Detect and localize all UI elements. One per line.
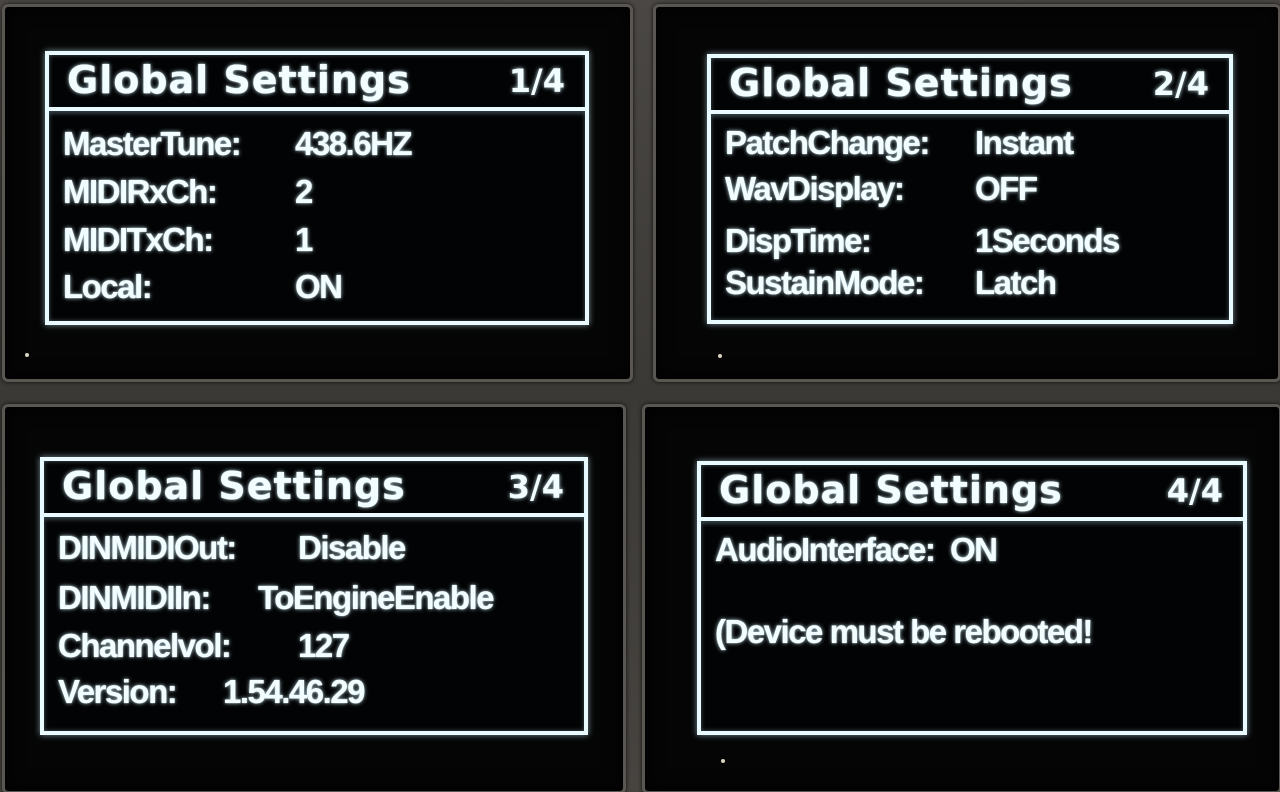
oled-screen-4: Global Settings 4/4 AudioInterface: ON (… xyxy=(697,461,1247,735)
setting-value: 1.54.46.29 xyxy=(223,673,365,710)
display-bezel-4: Global Settings 4/4 AudioInterface: ON (… xyxy=(642,404,1280,792)
setting-row-local: Local: ON xyxy=(63,268,343,312)
setting-label: Version: xyxy=(58,673,178,710)
setting-label: MasterTune: xyxy=(63,125,242,162)
setting-value: OFF xyxy=(975,170,1038,207)
setting-row-sustain-mode: SustainMode: Latch xyxy=(725,264,1057,308)
setting-row-patch-change: PatchChange: Instant xyxy=(725,124,1074,168)
setting-row-channel-vol: Channelvol: 127 xyxy=(58,627,350,671)
setting-value: Disable xyxy=(298,529,406,566)
setting-row-din-midi-out: DINMIDIOut: Disable xyxy=(58,529,406,573)
setting-value: Latch xyxy=(975,264,1057,301)
reboot-notice: (Device must be rebooted! xyxy=(715,613,1093,657)
setting-row-audio-interface: AudioInterface: ON xyxy=(715,531,998,575)
setting-label: MIDIRxCh: xyxy=(63,173,218,210)
page-indicator: 3/4 xyxy=(507,468,564,506)
oled-screen-3: Global Settings 3/4 DINMIDIOut: Disable … xyxy=(40,457,588,735)
setting-value: 438.6HZ xyxy=(295,125,413,162)
setting-row-master-tune: MasterTune: 438.6HZ xyxy=(63,125,413,169)
title-bar: Global Settings 2/4 xyxy=(711,58,1229,114)
screen-title: Global Settings xyxy=(62,464,406,508)
setting-row-version: Version: 1.54.46.29 xyxy=(58,673,365,717)
page-indicator: 2/4 xyxy=(1152,65,1209,103)
setting-row-disp-time: DispTime: 1Seconds xyxy=(725,222,1120,266)
display-bezel-3: Global Settings 3/4 DINMIDIOut: Disable … xyxy=(2,404,626,792)
setting-label: WavDisplay: xyxy=(725,170,905,207)
setting-label: Local: xyxy=(63,268,153,305)
setting-row-din-midi-in: DINMIDIIn: ToEngineEnable xyxy=(58,579,495,623)
setting-value: ON xyxy=(295,268,343,305)
setting-label: DispTime: xyxy=(725,222,872,259)
setting-label: DINMIDIIn: xyxy=(58,579,211,616)
setting-value: Instant xyxy=(975,124,1074,161)
setting-value: 127 xyxy=(298,627,350,664)
title-bar: Global Settings 4/4 xyxy=(701,465,1243,521)
setting-value: 1 xyxy=(295,221,313,258)
setting-row-midi-tx-ch: MIDITxCh: 1 xyxy=(63,221,313,265)
setting-value: 2 xyxy=(295,173,313,210)
setting-label: Channelvol: xyxy=(58,627,232,664)
bezel-dot xyxy=(721,759,725,763)
bezel-dot xyxy=(718,354,722,358)
display-bezel-2: Global Settings 2/4 PatchChange: Instant… xyxy=(653,4,1280,382)
title-bar: Global Settings 1/4 xyxy=(49,55,585,111)
oled-screen-1: Global Settings 1/4 MasterTune: 438.6HZ … xyxy=(45,51,589,325)
setting-row-midi-rx-ch: MIDIRxCh: 2 xyxy=(63,173,313,217)
setting-label: AudioInterface: xyxy=(715,531,936,568)
page-indicator: 4/4 xyxy=(1166,472,1223,510)
display-bezel-1: Global Settings 1/4 MasterTune: 438.6HZ … xyxy=(2,4,633,382)
bezel-dot xyxy=(25,353,29,357)
setting-value: ToEngineEnable xyxy=(258,579,495,616)
notice-text: (Device must be rebooted! xyxy=(715,613,1093,650)
device-panel: Global Settings 1/4 MasterTune: 438.6HZ … xyxy=(0,0,1280,792)
setting-label: MIDITxCh: xyxy=(63,221,214,258)
screen-title: Global Settings xyxy=(67,58,411,102)
setting-row-wav-display: WavDisplay: OFF xyxy=(725,170,1038,214)
setting-value: 1Seconds xyxy=(975,222,1120,259)
screen-title: Global Settings xyxy=(729,61,1073,105)
setting-label: DINMIDIOut: xyxy=(58,529,237,566)
screen-title: Global Settings xyxy=(719,468,1063,512)
setting-label: PatchChange: xyxy=(725,124,930,161)
oled-screen-2: Global Settings 2/4 PatchChange: Instant… xyxy=(707,54,1233,324)
setting-label: SustainMode: xyxy=(725,264,925,301)
setting-value: ON xyxy=(950,531,998,568)
title-bar: Global Settings 3/4 xyxy=(44,461,584,517)
page-indicator: 1/4 xyxy=(508,62,565,100)
